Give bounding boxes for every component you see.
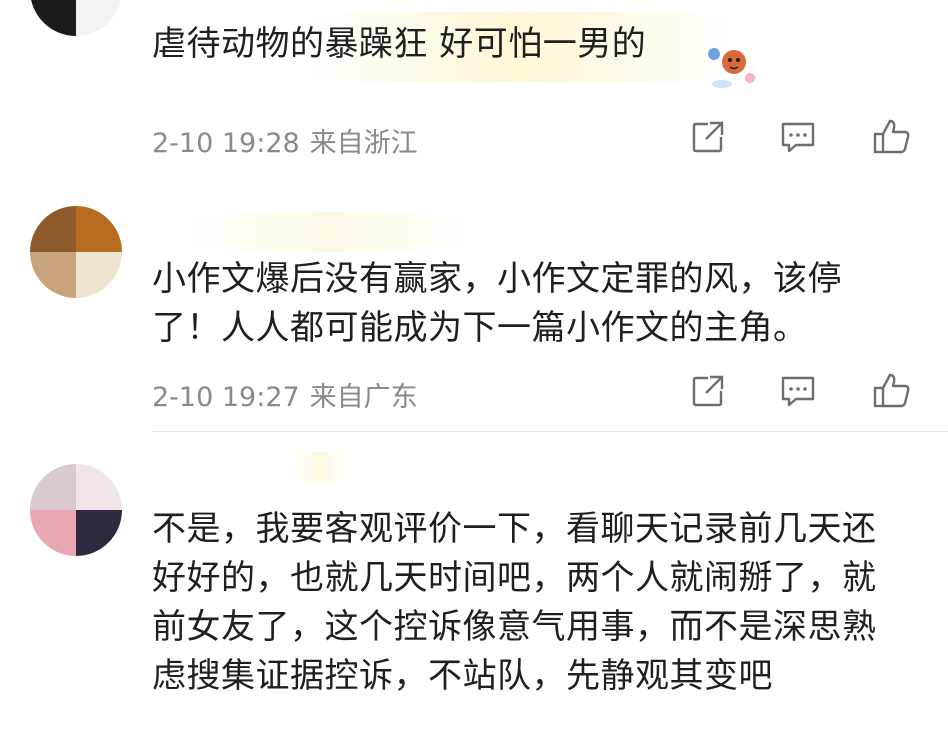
avatar-cell	[76, 510, 122, 556]
comment-actions	[680, 115, 920, 159]
comment-background-decoration	[180, 212, 480, 252]
comment-location: 来自广东	[309, 382, 418, 413]
avatar[interactable]	[30, 206, 122, 298]
avatar-cell	[30, 510, 76, 556]
avatar-cell	[30, 464, 76, 510]
avatar-cell	[30, 0, 76, 36]
comment-actions	[680, 369, 920, 413]
avatar[interactable]	[30, 0, 122, 36]
comment-time: 2-10 19:28	[152, 128, 300, 159]
comment-divider	[152, 431, 948, 432]
avatar-cell	[30, 206, 76, 252]
reply-button[interactable]	[776, 115, 820, 159]
avatar[interactable]	[30, 464, 122, 556]
comment-location: 来自浙江	[309, 128, 418, 159]
reply-button[interactable]	[776, 369, 820, 413]
comment-text: 不是，我要客观评价一下，看聊天记录前几天还好好的，也就几天时间吧，两个人就闹掰了…	[152, 509, 877, 696]
avatar-cell	[76, 0, 122, 36]
avatar-cell	[76, 206, 122, 252]
comment-background-decoration	[290, 452, 350, 482]
thumbs-up-icon	[873, 119, 910, 154]
comment-icon	[781, 376, 815, 407]
like-button[interactable]	[870, 115, 914, 159]
comment-meta: 2-10 19:28 来自浙江	[152, 121, 418, 160]
sticker-icon	[708, 48, 755, 88]
avatar-cell	[76, 252, 122, 298]
share-button[interactable]	[686, 115, 730, 159]
like-button[interactable]	[870, 369, 914, 413]
comment-text: 小作文爆后没有赢家，小作文定罪的风，该停了！人人都可能成为下一篇小作文的主角。	[152, 259, 842, 348]
share-icon	[692, 121, 724, 153]
comment-time: 2-10 19:27	[152, 382, 300, 413]
share-icon	[692, 375, 724, 407]
comment-text: 虐待动物的暴躁狂 好可怕一男的	[152, 24, 647, 64]
share-button[interactable]	[686, 369, 730, 413]
avatar-cell	[30, 252, 76, 298]
avatar-cell	[76, 464, 122, 510]
thumbs-up-icon	[873, 373, 910, 408]
comment-icon	[781, 122, 815, 153]
comment-meta: 2-10 19:27 来自广东	[152, 375, 418, 414]
